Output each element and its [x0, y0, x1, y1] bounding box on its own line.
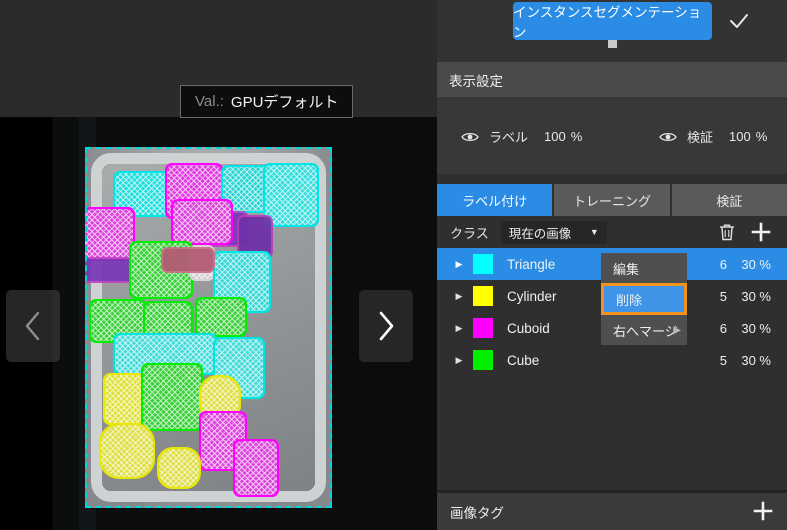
expand-caret-icon[interactable]: ▶	[449, 291, 469, 302]
workflow-tabs: ラベル付け トレーニング 検証	[437, 184, 787, 216]
context-menu: 編集 削除 右へマージ ▶	[601, 253, 687, 345]
visibility-unit: %	[755, 129, 768, 144]
class-count: 5	[719, 288, 727, 304]
class-count: 5	[719, 352, 727, 368]
class-percent: 30 %	[741, 320, 771, 336]
visibility-row-validation[interactable]: 検証 100 %	[659, 127, 767, 146]
scope-dropdown-value: 現在の画像	[508, 226, 572, 241]
value-prefix: Val.:	[195, 93, 224, 110]
class-color-swatch[interactable]	[473, 286, 493, 306]
chevron-left-icon	[25, 311, 40, 341]
class-color-swatch[interactable]	[473, 350, 493, 370]
class-percent: 30 %	[741, 352, 771, 368]
context-menu-item-merge-right[interactable]: 右へマージ ▶	[601, 315, 687, 345]
eye-icon[interactable]	[659, 131, 677, 143]
plus-icon[interactable]	[749, 220, 773, 244]
value-tooltip: Val.: GPUデフォルト	[180, 85, 354, 118]
display-settings-body: ラベル 100 % 検証 100 %	[437, 97, 787, 174]
class-count: 6	[719, 320, 727, 336]
tab-labeling[interactable]: ラベル付け	[437, 184, 553, 216]
class-toolbar: クラス 現在の画像 ▼	[437, 216, 787, 248]
previous-image-button[interactable]	[6, 290, 60, 362]
panel-topbar: インスタンスセグメンテーション	[437, 0, 787, 62]
image-tags-bar: 画像タグ	[437, 493, 787, 530]
plus-icon[interactable]	[751, 499, 775, 523]
visibility-unit: %	[570, 129, 583, 144]
class-color-swatch[interactable]	[473, 254, 493, 274]
image-tags-label: 画像タグ	[450, 505, 504, 521]
checkmark-icon[interactable]	[727, 10, 751, 32]
expand-caret-icon[interactable]: ▶	[449, 259, 469, 270]
chevron-right-icon	[379, 311, 394, 341]
class-percent: 30 %	[741, 256, 771, 272]
eye-icon[interactable]	[461, 131, 479, 143]
visibility-value: 100	[544, 129, 566, 144]
tab-validation[interactable]: 検証	[671, 184, 787, 216]
expand-caret-icon[interactable]: ▶	[449, 323, 469, 334]
scope-dropdown[interactable]: 現在の画像 ▼	[500, 220, 607, 244]
value-text: GPUデフォルト	[230, 94, 339, 111]
submenu-arrow-icon: ▶	[673, 324, 681, 336]
class-percent: 30 %	[741, 288, 771, 304]
context-menu-item-edit[interactable]: 編集	[601, 253, 687, 283]
display-settings-title: 表示設定	[449, 73, 503, 89]
visibility-label: ラベル	[489, 130, 529, 145]
context-menu-item-delete[interactable]: 削除	[601, 283, 687, 315]
task-mode-button[interactable]: インスタンスセグメンテーション	[513, 2, 712, 40]
next-image-button[interactable]	[359, 290, 413, 362]
image-viewer[interactable]: Val.: GPUデフォルト	[0, 0, 437, 530]
chevron-down-icon: ▼	[589, 227, 599, 237]
app-root: Val.: GPUデフォルト インスタンスセグメンテーション 表示設定 ラベル …	[0, 0, 787, 530]
visibility-value: 100	[729, 129, 751, 144]
visibility-row-labels[interactable]: ラベル 100 %	[461, 127, 582, 146]
class-name: Cube	[507, 352, 540, 368]
class-count: 6	[719, 256, 727, 272]
horizontal-scrollbar-thumb[interactable]	[608, 40, 617, 48]
selection-marquee[interactable]	[85, 147, 332, 508]
expand-caret-icon[interactable]: ▶	[449, 355, 469, 366]
context-menu-item-label: 右へマージ	[613, 323, 678, 339]
class-row-cube[interactable]: ▶ Cube 5 30 %	[437, 344, 787, 376]
display-settings-header: 表示設定	[437, 62, 787, 97]
tab-training[interactable]: トレーニング	[554, 184, 670, 216]
trash-icon[interactable]	[717, 222, 737, 242]
class-color-swatch[interactable]	[473, 318, 493, 338]
class-toolbar-label: クラス	[450, 225, 489, 241]
visibility-label: 検証	[687, 130, 714, 145]
